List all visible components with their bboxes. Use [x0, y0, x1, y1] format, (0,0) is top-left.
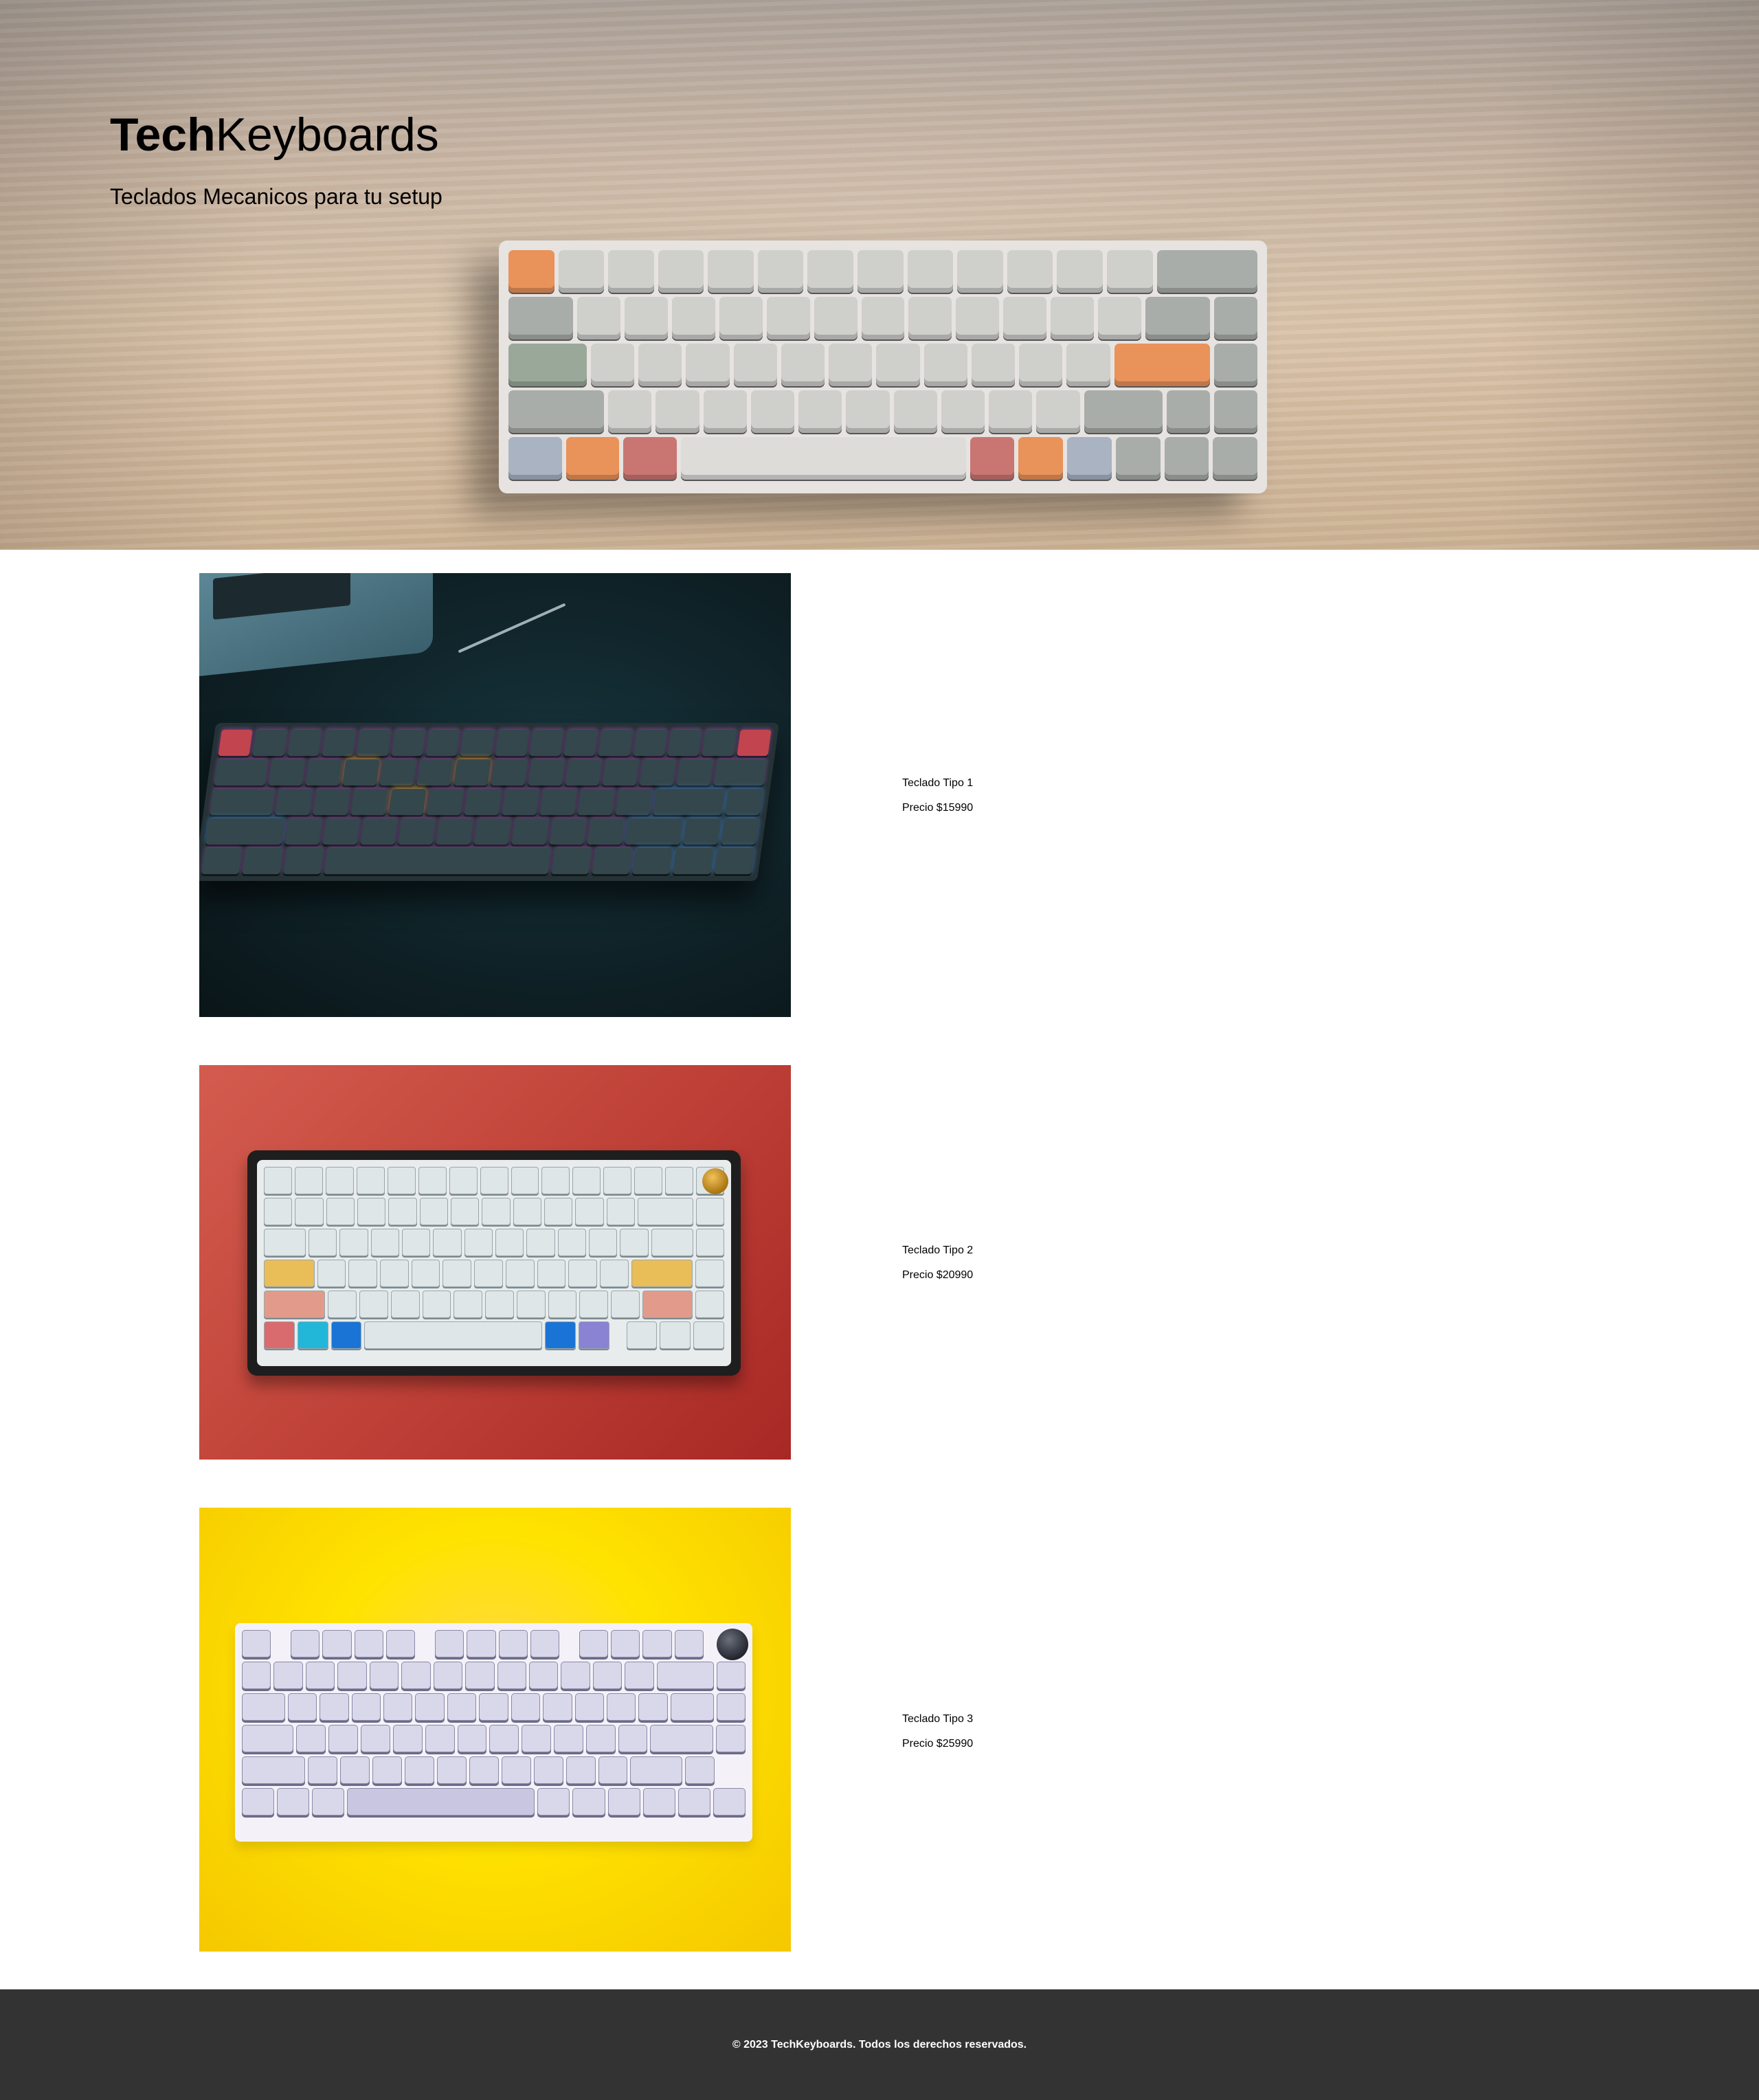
hero-keyboard-image: [499, 241, 1267, 493]
product-name: Teclado Tipo 3: [902, 1713, 974, 1725]
product-image-1[interactable]: [199, 573, 791, 1017]
keyboard-colorful: [247, 1150, 741, 1376]
product-info-1: Teclado Tipo 1 Precio $15990: [902, 777, 973, 815]
keyboard-rgb: [199, 723, 780, 881]
product-info-2: Teclado Tipo 2 Precio $20990: [902, 1244, 973, 1282]
rotary-knob: [717, 1629, 748, 1660]
keyboard-lavender: [235, 1623, 752, 1842]
product-price: Precio $20990: [902, 1269, 974, 1281]
hero-banner: TechKeyboards Teclados Mecanicos para tu…: [0, 0, 1759, 550]
product-info-3: Teclado Tipo 3 Precio $25990: [902, 1712, 973, 1751]
product-image-2[interactable]: [199, 1065, 791, 1460]
product-name: Teclado Tipo 1: [902, 777, 974, 789]
site-logo[interactable]: TechKeyboards: [110, 107, 439, 162]
copyright-text: © 2023 TechKeyboards. Todos los derechos…: [732, 2039, 1027, 2051]
brand-light: Keyboards: [215, 109, 439, 161]
product-image-3[interactable]: [199, 1508, 791, 1952]
product-price: Precio $25990: [902, 1738, 974, 1750]
product-price: Precio $15990: [902, 802, 974, 814]
laptop-decoration: [199, 573, 433, 676]
volume-knob: [702, 1168, 728, 1194]
hero-tagline: Teclados Mecanicos para tu setup: [110, 184, 442, 209]
brand-bold: Tech: [110, 109, 216, 161]
site-footer: © 2023 TechKeyboards. Todos los derechos…: [0, 1989, 1759, 2100]
pen-decoration: [458, 603, 566, 654]
product-name: Teclado Tipo 2: [902, 1244, 974, 1256]
